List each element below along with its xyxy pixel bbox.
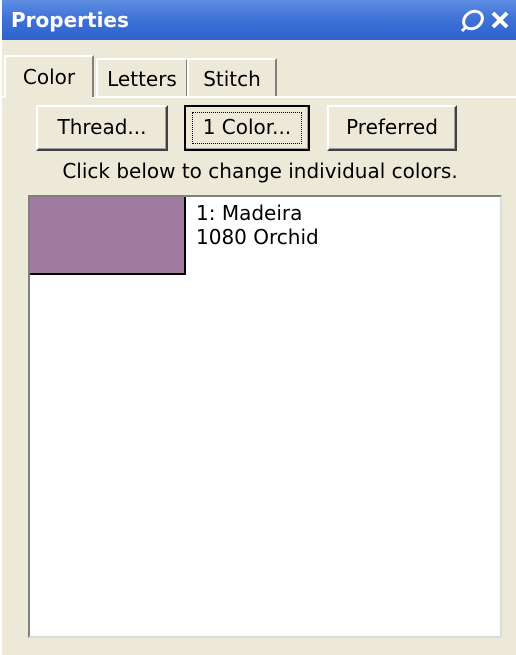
- preferred-button[interactable]: Preferred: [327, 105, 457, 151]
- instruction-text: Click below to change individual colors.: [62, 159, 458, 183]
- close-icon[interactable]: [486, 6, 514, 34]
- one-color-button[interactable]: 1 Color...: [184, 105, 310, 151]
- preferred-button-label: Preferred: [346, 115, 438, 139]
- focus-ring: [192, 112, 302, 144]
- thread-description: 1: Madeira 1080 Orchid: [196, 201, 319, 249]
- thread-code-name: 1080 Orchid: [196, 225, 319, 249]
- tab-label: Letters: [107, 67, 177, 91]
- tab-label: Color: [22, 65, 76, 89]
- title-bar[interactable]: Properties: [2, 0, 516, 40]
- tab-selected-gap: [6, 96, 92, 98]
- thread-button[interactable]: Thread...: [36, 105, 168, 151]
- color-list-item[interactable]: 1: Madeira 1080 Orchid: [30, 197, 500, 277]
- properties-window: Properties Color Letters Stitch Thread..…: [0, 0, 516, 655]
- tab-label: Stitch: [203, 67, 261, 91]
- tab-stitch[interactable]: Stitch: [187, 58, 277, 97]
- window-title: Properties: [11, 8, 129, 32]
- tab-color[interactable]: Color: [4, 55, 94, 97]
- thread-number-brand: 1: Madeira: [196, 201, 303, 225]
- tab-letters[interactable]: Letters: [96, 58, 188, 97]
- pin-icon[interactable]: [459, 6, 487, 34]
- color-swatch[interactable]: [30, 197, 186, 275]
- color-list[interactable]: 1: Madeira 1080 Orchid: [28, 195, 502, 638]
- thread-button-label: Thread...: [57, 115, 147, 139]
